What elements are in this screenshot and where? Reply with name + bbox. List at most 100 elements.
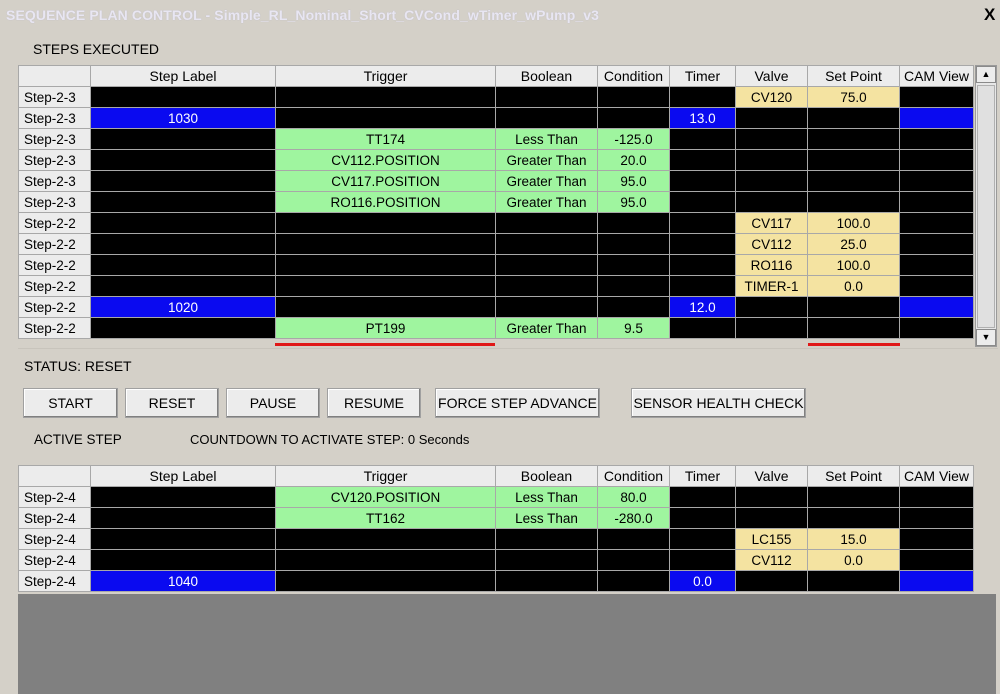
cell-valve[interactable] [735, 170, 808, 192]
cell-trigger[interactable] [275, 570, 496, 592]
column-header-cam-view[interactable]: CAM View [899, 65, 974, 87]
cell-trigger[interactable]: RO116.POSITION [275, 191, 496, 213]
cell-set-point[interactable]: 0.0 [807, 549, 900, 571]
cell-cam-view[interactable] [899, 86, 974, 108]
cell-valve[interactable] [735, 570, 808, 592]
cell-boolean[interactable] [495, 86, 598, 108]
cell-condition[interactable] [597, 212, 670, 234]
column-header-valve[interactable]: Valve [735, 65, 808, 87]
cell-trigger[interactable] [275, 107, 496, 129]
cell-timer[interactable] [669, 528, 736, 550]
table-row[interactable]: Step-2-4 CV112 0.0 [18, 549, 974, 571]
cell-condition[interactable] [597, 107, 670, 129]
cell-timer[interactable] [669, 86, 736, 108]
cell-condition[interactable]: 95.0 [597, 191, 670, 213]
cell-valve[interactable] [735, 486, 808, 508]
cell-cam-view[interactable] [899, 507, 974, 529]
cell-valve[interactable] [735, 107, 808, 129]
cell-timer[interactable] [669, 191, 736, 213]
cell-condition[interactable]: 95.0 [597, 170, 670, 192]
cell-condition[interactable] [597, 86, 670, 108]
cell-step-label[interactable]: 1020 [90, 296, 276, 318]
cell-set-point[interactable] [807, 128, 900, 150]
table-row[interactable]: Step-2-2 CV112 25.0 [18, 233, 974, 255]
cell-set-point[interactable]: 15.0 [807, 528, 900, 550]
column-header-condition[interactable]: Condition [597, 65, 670, 87]
cell-valve[interactable]: LC155 [735, 528, 808, 550]
row-step-name[interactable]: Step-2-2 [18, 212, 91, 234]
cell-cam-view[interactable] [899, 275, 974, 297]
force-step-advance-button[interactable]: FORCE STEP ADVANCE [435, 388, 600, 418]
cell-step-label[interactable] [90, 528, 276, 550]
row-step-name[interactable]: Step-2-3 [18, 191, 91, 213]
cell-condition[interactable]: 80.0 [597, 486, 670, 508]
row-step-name[interactable]: Step-2-4 [18, 549, 91, 571]
cell-valve[interactable]: RO116 [735, 254, 808, 276]
scroll-down-icon[interactable]: ▼ [976, 329, 996, 346]
cell-valve[interactable] [735, 296, 808, 318]
cell-set-point[interactable] [807, 486, 900, 508]
cell-step-label[interactable] [90, 128, 276, 150]
cell-set-point[interactable]: 75.0 [807, 86, 900, 108]
cell-valve[interactable]: CV112 [735, 233, 808, 255]
column-header-valve[interactable]: Valve [735, 465, 808, 487]
cell-boolean[interactable] [495, 233, 598, 255]
cell-timer[interactable] [669, 254, 736, 276]
cell-boolean[interactable]: Less Than [495, 486, 598, 508]
cell-step-label[interactable] [90, 254, 276, 276]
cell-condition[interactable] [597, 549, 670, 571]
cell-timer[interactable] [669, 486, 736, 508]
cell-cam-view[interactable] [899, 570, 974, 592]
cell-step-label[interactable] [90, 233, 276, 255]
cell-condition[interactable] [597, 233, 670, 255]
cell-step-label[interactable] [90, 212, 276, 234]
cell-boolean[interactable] [495, 570, 598, 592]
cell-trigger[interactable] [275, 212, 496, 234]
table-row[interactable]: Step-2-2 RO116 100.0 [18, 254, 974, 276]
cell-boolean[interactable] [495, 212, 598, 234]
cell-set-point[interactable] [807, 149, 900, 171]
cell-boolean[interactable] [495, 275, 598, 297]
table-row[interactable]: Step-2-2 CV117 100.0 [18, 212, 974, 234]
cell-valve[interactable]: TIMER-1 [735, 275, 808, 297]
cell-cam-view[interactable] [899, 149, 974, 171]
cell-boolean[interactable] [495, 254, 598, 276]
cell-cam-view[interactable] [899, 317, 974, 339]
resume-button[interactable]: RESUME [327, 388, 421, 418]
cell-cam-view[interactable] [899, 212, 974, 234]
cell-step-label[interactable] [90, 86, 276, 108]
table-row[interactable]: Step-2-4 LC155 15.0 [18, 528, 974, 550]
row-step-name[interactable]: Step-2-2 [18, 275, 91, 297]
scroll-up-icon[interactable]: ▲ [976, 66, 996, 83]
cell-timer[interactable] [669, 549, 736, 571]
table-row[interactable]: Step-2-2 PT199 Greater Than 9.5 [18, 317, 974, 339]
cell-set-point[interactable] [807, 191, 900, 213]
row-step-name[interactable]: Step-2-2 [18, 254, 91, 276]
close-icon[interactable]: X [984, 6, 1000, 24]
row-step-name[interactable]: Step-2-3 [18, 149, 91, 171]
cell-condition[interactable]: 20.0 [597, 149, 670, 171]
column-header-timer[interactable]: Timer [669, 465, 736, 487]
cell-valve[interactable] [735, 149, 808, 171]
cell-valve[interactable]: CV112 [735, 549, 808, 571]
cell-trigger[interactable]: TT162 [275, 507, 496, 529]
row-step-name[interactable]: Step-2-3 [18, 170, 91, 192]
cell-timer[interactable] [669, 149, 736, 171]
cell-step-label[interactable] [90, 191, 276, 213]
cell-boolean[interactable] [495, 296, 598, 318]
cell-boolean[interactable]: Less Than [495, 507, 598, 529]
cell-set-point[interactable]: 100.0 [807, 212, 900, 234]
cell-trigger[interactable]: CV120.POSITION [275, 486, 496, 508]
cell-timer[interactable] [669, 128, 736, 150]
cell-step-label[interactable] [90, 507, 276, 529]
cell-condition[interactable]: -125.0 [597, 128, 670, 150]
column-header-step-label[interactable]: Step Label [90, 465, 276, 487]
cell-condition[interactable] [597, 296, 670, 318]
table-row[interactable]: Step-2-4 TT162 Less Than -280.0 [18, 507, 974, 529]
row-step-name[interactable]: Step-2-4 [18, 570, 91, 592]
row-step-name[interactable]: Step-2-3 [18, 107, 91, 129]
row-step-name[interactable]: Step-2-2 [18, 233, 91, 255]
row-step-name[interactable]: Step-2-3 [18, 128, 91, 150]
cell-cam-view[interactable] [899, 549, 974, 571]
start-button[interactable]: START [23, 388, 118, 418]
